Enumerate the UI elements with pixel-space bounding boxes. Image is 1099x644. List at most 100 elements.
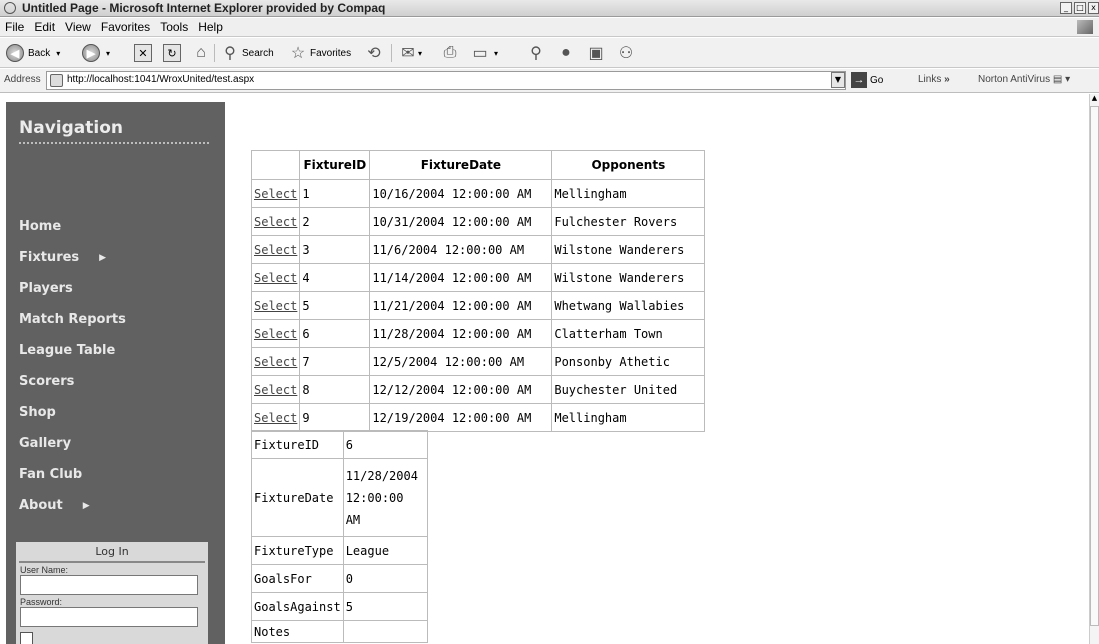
sidebar-item-fixtures[interactable]: Fixtures ▶ [19,250,106,265]
media-button[interactable]: ▣ [586,43,606,63]
menu-edit[interactable]: Edit [29,18,60,34]
contacts-button[interactable]: ⚇ [616,43,636,63]
select-link[interactable]: Select [254,243,297,257]
fixturedate-cell: 11/21/2004 12:00:00 AM [369,291,553,320]
sidebar-item-home[interactable]: Home [19,219,61,234]
select-link[interactable]: Select [254,299,297,313]
media-icon: ▣ [588,45,604,62]
history-icon: ⟲ [367,45,381,62]
sidebar-item-label: League Table [19,343,116,358]
menu-favorites[interactable]: Favorites [96,18,155,34]
home-button[interactable]: ⌂ [191,43,211,63]
norton-label: Norton AntiVirus [978,74,1051,85]
sidebar-item-league-table[interactable]: League Table [19,343,115,358]
fixtureid-cell: 8 [299,375,371,404]
menu-file[interactable]: File [0,18,29,34]
menu-help[interactable]: Help [193,18,228,34]
sidebar-item-shop[interactable]: Shop [19,405,56,420]
close-icon[interactable]: x [1088,2,1099,14]
details-row: FixtureType League [251,536,428,565]
minimize-icon[interactable]: _ [1060,2,1072,14]
research-button[interactable]: ⚲ [526,43,546,63]
address-dropdown-button[interactable]: ▼ [831,72,845,88]
sidebar-item-fan-club[interactable]: Fan Club [19,467,82,482]
stop-button[interactable]: ✕ [134,43,152,63]
details-field-label: FixtureID [251,430,344,459]
links-label: Links [918,74,942,85]
sidebar-item-label: About [19,498,63,513]
sidebar-item-players[interactable]: Players [19,281,73,296]
window-title: Untitled Page - Microsoft Internet Explo… [22,1,386,15]
select-link[interactable]: Select [254,383,297,397]
select-link[interactable]: Select [254,215,297,229]
sidebar-item-match-reports[interactable]: Match Reports [19,312,126,327]
table-row: Select 2 10/31/2004 12:00:00 AM Fulchester … [250,207,706,236]
forward-button[interactable]: ▶ ▾ [82,43,110,63]
select-link[interactable]: Select [254,187,297,201]
menu-tools[interactable]: Tools [155,18,193,34]
fixtureid-cell: 7 [299,347,371,376]
grid-header-row: FixtureID FixtureDate Opponents [250,150,706,180]
fixturedate-cell: 11/6/2004 12:00:00 AM [369,235,553,264]
address-url: http://localhost:1041/WroxUnited/test.as… [67,74,255,85]
password-input[interactable] [20,607,198,627]
norton-antivirus-button[interactable]: Norton AntiVirus ▤ ▾ [978,74,1070,85]
select-cell: Select [250,319,301,348]
back-button[interactable]: ◀ Back ▾ [6,43,60,63]
search-button[interactable]: ⚲ Search [220,43,274,63]
fixtureid-cell: 1 [299,179,371,208]
home-icon: ⌂ [196,44,206,61]
sidebar-item-about[interactable]: About ▶ [19,498,90,513]
search-icon: ⚲ [224,45,236,62]
links-button[interactable]: Links » [918,74,950,85]
opponents-cell: Mellingham [551,179,706,208]
table-row: Select 5 11/21/2004 12:00:00 AM Whetwang Wa… [250,291,706,320]
sidebar-item-label: Gallery [19,436,72,451]
select-cell: Select [250,263,301,292]
scroll-up-icon[interactable]: ▲ [1090,94,1099,105]
select-link[interactable]: Select [254,327,297,341]
edit-button[interactable]: ▭ ▾ [470,43,498,63]
favorites-button[interactable]: ☆ Favorites [288,43,351,63]
research-icon: ⚲ [530,45,542,62]
go-button[interactable]: → Go [851,72,883,88]
history-button[interactable]: ⟲ [364,43,384,63]
sidebar-item-gallery[interactable]: Gallery [19,436,71,451]
maximize-icon[interactable]: □ [1074,2,1086,14]
chevron-down-icon: ▾ [494,48,499,58]
select-link[interactable]: Select [254,271,297,285]
table-row: Select 3 11/6/2004 12:00:00 AM Wilstone Wan… [250,235,706,264]
edit-icon: ▭ [472,45,488,62]
vertical-scrollbar[interactable]: ▲ [1089,94,1099,644]
details-field-value: 0 [342,564,428,593]
fixturedate-cell: 12/19/2004 12:00:00 AM [369,403,553,432]
mail-button[interactable]: ✉ ▾ [398,43,422,63]
toolbar-divider [391,44,392,62]
chevron-down-icon[interactable]: ▾ [106,49,110,58]
details-field-value [342,620,428,643]
sidebar-item-scorers[interactable]: Scorers [19,374,74,389]
refresh-button[interactable]: ↻ [163,43,181,63]
details-field-label: GoalsFor [251,564,344,593]
username-input[interactable] [20,575,198,595]
table-row: Select 4 11/14/2004 12:00:00 AM Wilstone Wa… [250,263,706,292]
login-panel: Log In User Name: Password: [16,542,208,644]
select-link[interactable]: Select [254,411,297,425]
table-row: Select 8 12/12/2004 12:00:00 AM Buychester … [250,375,706,404]
menu-view[interactable]: View [60,18,96,34]
scroll-thumb[interactable] [1090,106,1099,626]
select-link[interactable]: Select [254,355,297,369]
go-arrow-icon: → [851,72,867,88]
messenger-button[interactable]: ● [556,43,576,63]
remember-me-checkbox[interactable] [20,632,33,644]
login-title: Log In [95,545,129,558]
back-arrow-icon: ◀ [6,44,24,62]
chevron-down-icon[interactable]: ▾ [56,49,60,58]
address-input[interactable]: http://localhost:1041/WroxUnited/test.as… [46,71,846,90]
window-title-bar: Untitled Page - Microsoft Internet Explo… [0,0,1099,17]
page-content: Navigation Home Fixtures ▶ Players Match Rep… [0,94,1099,644]
chat-icon: ● [561,44,571,61]
details-field-label: Notes [251,620,344,643]
print-button[interactable]: ⎙ [440,43,460,63]
grid-header-fixtureid: FixtureID [299,150,371,180]
